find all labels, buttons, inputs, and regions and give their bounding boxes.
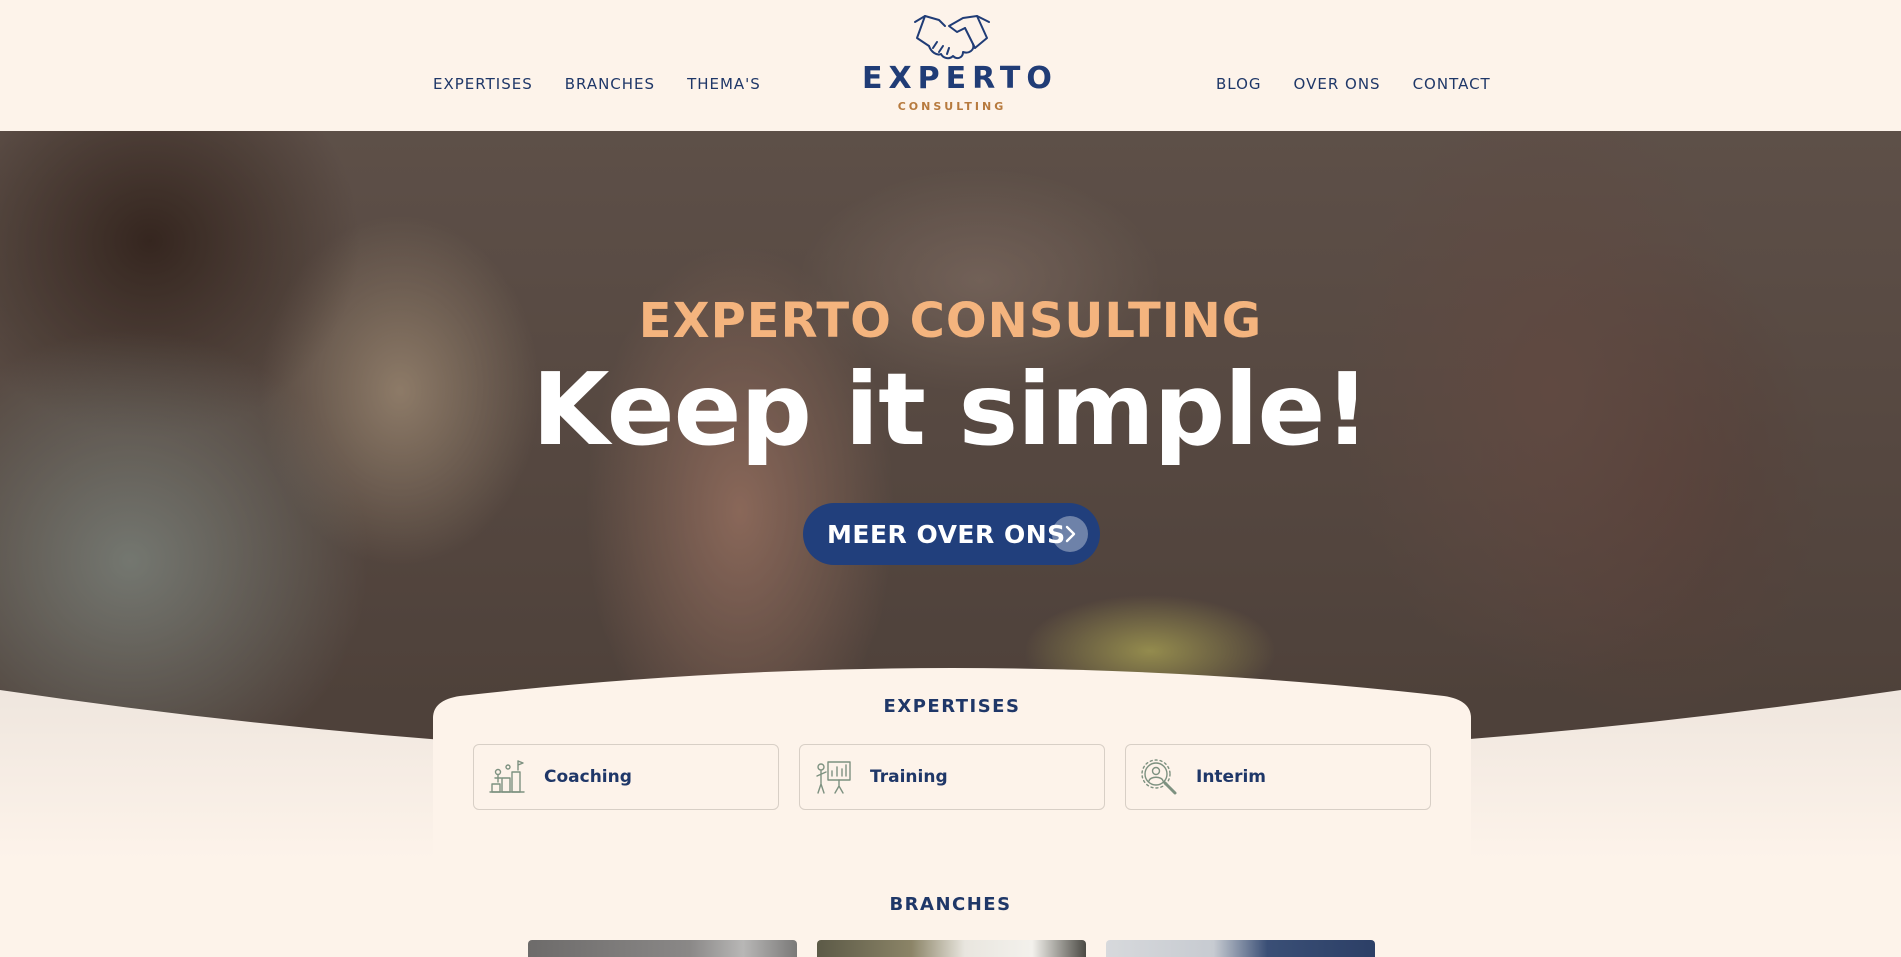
main-nav-left: EXPERTISES BRANCHES THEMA'S <box>433 75 761 93</box>
hero-eyebrow: EXPERTO CONSULTING <box>638 293 1263 349</box>
presentation-icon <box>814 758 852 796</box>
site-header: EXPERTISES BRANCHES THEMA'S EXPERTO CONS… <box>0 0 1901 131</box>
expertise-label: Coaching <box>544 767 632 787</box>
branch-image[interactable] <box>817 940 1086 957</box>
site-logo[interactable]: EXPERTO CONSULTING <box>862 12 1058 113</box>
handshake-icon <box>914 15 990 60</box>
cta-label: MEER OVER ONS <box>827 519 1066 549</box>
expertise-card-interim[interactable]: Interim <box>1125 744 1431 810</box>
branches-thumbnails <box>528 940 1375 957</box>
coaching-icon <box>488 758 526 796</box>
nav-link-contact[interactable]: CONTACT <box>1413 75 1491 93</box>
branch-image[interactable] <box>1106 940 1375 957</box>
expertise-card-coaching[interactable]: Coaching <box>473 744 779 810</box>
hero-title: Keep it simple! <box>532 351 1370 468</box>
nav-link-expertises[interactable]: EXPERTISES <box>433 75 533 93</box>
expertise-label: Interim <box>1196 767 1267 787</box>
expertise-label: Training <box>870 767 948 787</box>
hero-section: EXPERTO CONSULTING Keep it simple! MEER … <box>0 131 1901 751</box>
main-nav-right: BLOG OVER ONS CONTACT <box>1216 75 1491 93</box>
chevron-right-icon <box>1052 516 1088 552</box>
nav-link-blog[interactable]: BLOG <box>1216 75 1262 93</box>
nav-link-themas[interactable]: THEMA'S <box>687 75 761 93</box>
logo-subtitle: CONSULTING <box>897 100 1007 113</box>
expertises-title: EXPERTISES <box>883 696 1021 717</box>
branches-title: BRANCHES <box>889 894 1012 915</box>
person-search-icon <box>1140 758 1178 796</box>
nav-link-branches[interactable]: BRANCHES <box>565 75 655 93</box>
logo-title: EXPERTO <box>862 61 1058 96</box>
expertise-card-training[interactable]: Training <box>799 744 1105 810</box>
branch-image[interactable] <box>528 940 797 957</box>
meer-over-ons-button[interactable]: MEER OVER ONS <box>803 503 1100 565</box>
nav-link-over-ons[interactable]: OVER ONS <box>1294 75 1381 93</box>
expertises-panel: EXPERTISES Coaching Training Interim <box>433 668 1471 836</box>
expertise-cards: Coaching Training Interim <box>473 744 1431 810</box>
